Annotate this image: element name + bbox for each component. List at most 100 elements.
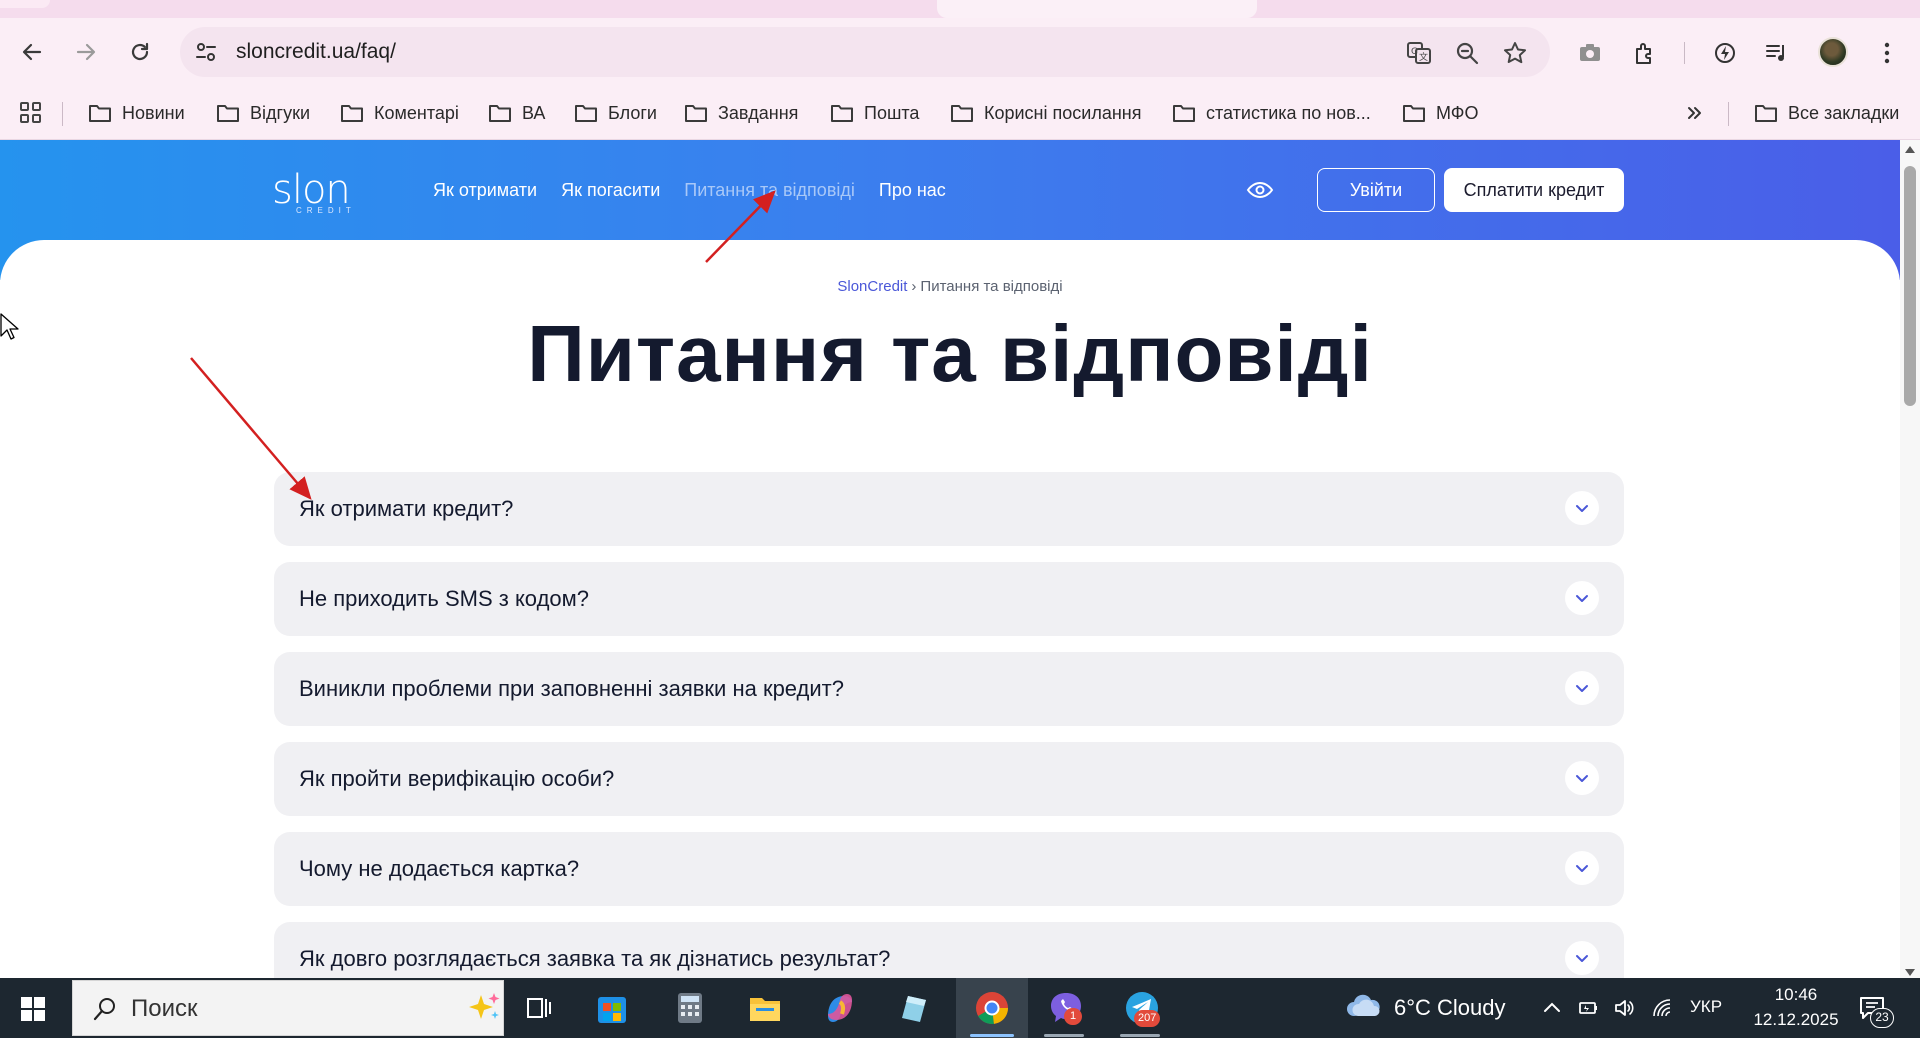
logo-subtitle: CREDIT [296,206,356,215]
back-button[interactable] [12,32,52,72]
breadcrumb-home[interactable]: SlonCredit [837,278,907,295]
bookmark-label: Коментарі [374,102,459,123]
zoom-icon[interactable] [1454,40,1480,66]
chrome-icon[interactable] [972,988,1012,1028]
faq-item[interactable]: Як отримати кредит? [274,472,1624,546]
extensions-icon[interactable] [1632,40,1658,66]
scroll-down-arrow-icon[interactable] [1905,969,1915,976]
login-button[interactable]: Увійти [1317,168,1435,212]
bookmark-label: Все закладки [1788,102,1900,123]
task-view-icon[interactable] [518,988,558,1028]
faq-question: Як отримати кредит? [299,496,514,521]
faq-item[interactable]: Як довго розглядається заявка та як дізн… [274,922,1624,978]
notification-badge: 23 [1870,1008,1894,1028]
eye-icon[interactable] [1246,178,1274,202]
nav-faq[interactable]: Питання та відповіді [684,180,855,201]
bookmark-label: Новини [122,102,185,123]
bookmark-folder[interactable]: Блоги [574,98,657,128]
weather-text[interactable]: 6°C Cloudy [1394,995,1506,1021]
tab-inactive[interactable] [0,0,50,8]
bookmark-folder[interactable]: Новини [88,98,185,128]
pay-credit-button[interactable]: Сплатити кредит [1444,168,1624,212]
bookmark-folder[interactable]: Відгуки [216,98,310,128]
folder-icon [1403,105,1425,122]
clock-date[interactable]: 12.12.2025 [1743,1010,1849,1030]
menu-kebab-icon[interactable] [1874,40,1900,66]
faq-item[interactable]: Не приходить SMS з кодом? [274,562,1624,636]
chevron-down-icon[interactable] [1565,671,1599,705]
faq-question: Чому не додається картка? [299,856,580,881]
running-app-indicator [1120,1034,1160,1037]
folder-icon [341,105,363,122]
clock-time[interactable]: 10:46 [1764,985,1828,1005]
copilot-app-icon[interactable] [820,988,860,1028]
language-indicator[interactable]: УКР [1690,997,1722,1017]
bookmark-folder[interactable]: статистика по нов... [1172,98,1371,128]
chevron-down-icon[interactable] [1565,941,1599,975]
chevron-right-icon: › [911,278,917,295]
notes-app-icon[interactable] [894,988,934,1028]
performance-icon[interactable] [1712,40,1738,66]
site-settings-icon[interactable] [194,40,218,64]
telegram-badge: 207 [1134,1010,1161,1027]
calculator-icon[interactable] [670,988,710,1028]
site-logo[interactable]: slon CREDIT [272,170,382,216]
chevron-down-icon[interactable] [1565,581,1599,615]
chevron-down-icon[interactable] [1565,851,1599,885]
bookmark-separator [1728,102,1729,126]
camera-icon[interactable] [1577,40,1603,66]
bookmark-folder[interactable]: Корисні посилання [950,98,1141,128]
faq-item[interactable]: Як пройти верифікацію особи? [274,742,1624,816]
battery-icon[interactable] [1576,996,1600,1020]
wifi-icon[interactable] [1650,996,1674,1020]
bookmark-folder[interactable]: МФО [1402,98,1478,128]
taskbar-search[interactable]: Поиск [72,980,504,1036]
chevron-down-icon[interactable] [1565,761,1599,795]
active-app-indicator [970,1034,1014,1037]
cloud-icon[interactable] [1344,990,1384,1022]
bookmark-folder[interactable]: Пошта [830,98,919,128]
reload-button[interactable] [120,32,160,72]
nav-how-to-get[interactable]: Як отримати [433,180,537,201]
folder-icon [1173,105,1195,122]
profile-avatar[interactable] [1818,37,1848,67]
media-control-icon[interactable] [1764,40,1790,66]
address-bar[interactable]: sloncredit.ua/faq/ G文 [180,27,1550,77]
scrollbar-thumb[interactable] [1904,166,1916,406]
url-text[interactable]: sloncredit.ua/faq/ [236,40,396,64]
scroll-up-arrow-icon[interactable] [1905,146,1915,153]
bookmark-folder[interactable]: ВА [488,98,545,128]
microsoft-store-icon[interactable] [592,988,632,1028]
toolbar-separator [1684,42,1685,64]
nav-how-to-repay[interactable]: Як погасити [561,180,660,201]
breadcrumb: SlonCredit › Питання та відповіді [0,278,1900,295]
volume-icon[interactable] [1612,996,1636,1020]
tab-active[interactable] [937,0,1257,18]
nav-about[interactable]: Про нас [879,180,946,201]
bookmark-folder[interactable]: Коментарі [340,98,459,128]
main-nav: Як отримати Як погасити Питання та відпо… [433,180,946,201]
faq-item[interactable]: Чому не додається картка? [274,832,1624,906]
page-title: Питання та відповіді [527,309,1373,398]
page-scrollbar[interactable] [1900,140,1920,978]
logo-wordmark: slon [272,167,351,213]
faq-item[interactable]: Виникли проблеми при заповненні заявки н… [274,652,1624,726]
translate-icon[interactable]: G文 [1406,40,1432,66]
apps-grid-icon[interactable] [18,100,44,126]
svg-text:G: G [1411,47,1418,57]
browser-toolbar: sloncredit.ua/faq/ G文 [0,18,1920,86]
bookmark-star-icon[interactable] [1502,40,1528,66]
windows-start-icon[interactable] [20,996,46,1022]
search-placeholder: Поиск [131,995,198,1022]
chevron-double-right-icon[interactable] [1684,102,1706,124]
folder-icon [89,105,111,122]
bookmark-label: Корисні посилання [984,102,1142,123]
forward-button[interactable] [66,32,106,72]
chevron-down-icon[interactable] [1565,491,1599,525]
breadcrumb-current: Питання та відповіді [920,278,1063,295]
all-bookmarks-folder[interactable]: Все закладки [1754,98,1899,128]
bookmark-label: статистика по нов... [1206,102,1371,123]
file-explorer-icon[interactable] [745,988,785,1028]
chevron-up-icon[interactable] [1540,996,1564,1020]
bookmark-folder[interactable]: Завдання [684,98,798,128]
